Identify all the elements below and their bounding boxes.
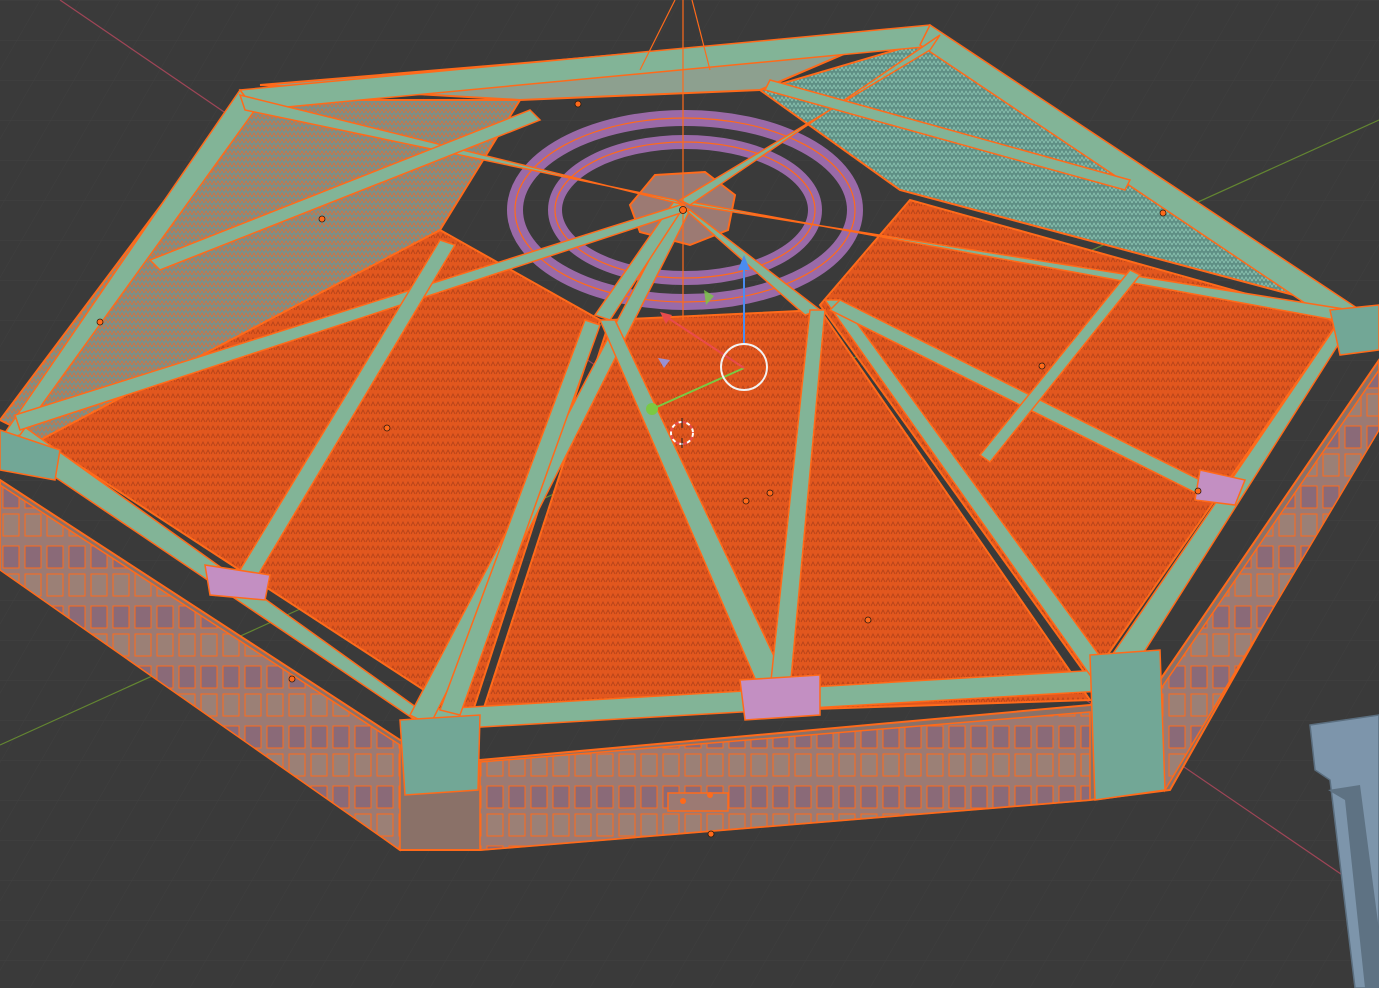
entrance-marker xyxy=(667,792,729,812)
3d-viewport[interactable] xyxy=(0,0,1379,988)
y-axis-handle xyxy=(646,403,658,415)
